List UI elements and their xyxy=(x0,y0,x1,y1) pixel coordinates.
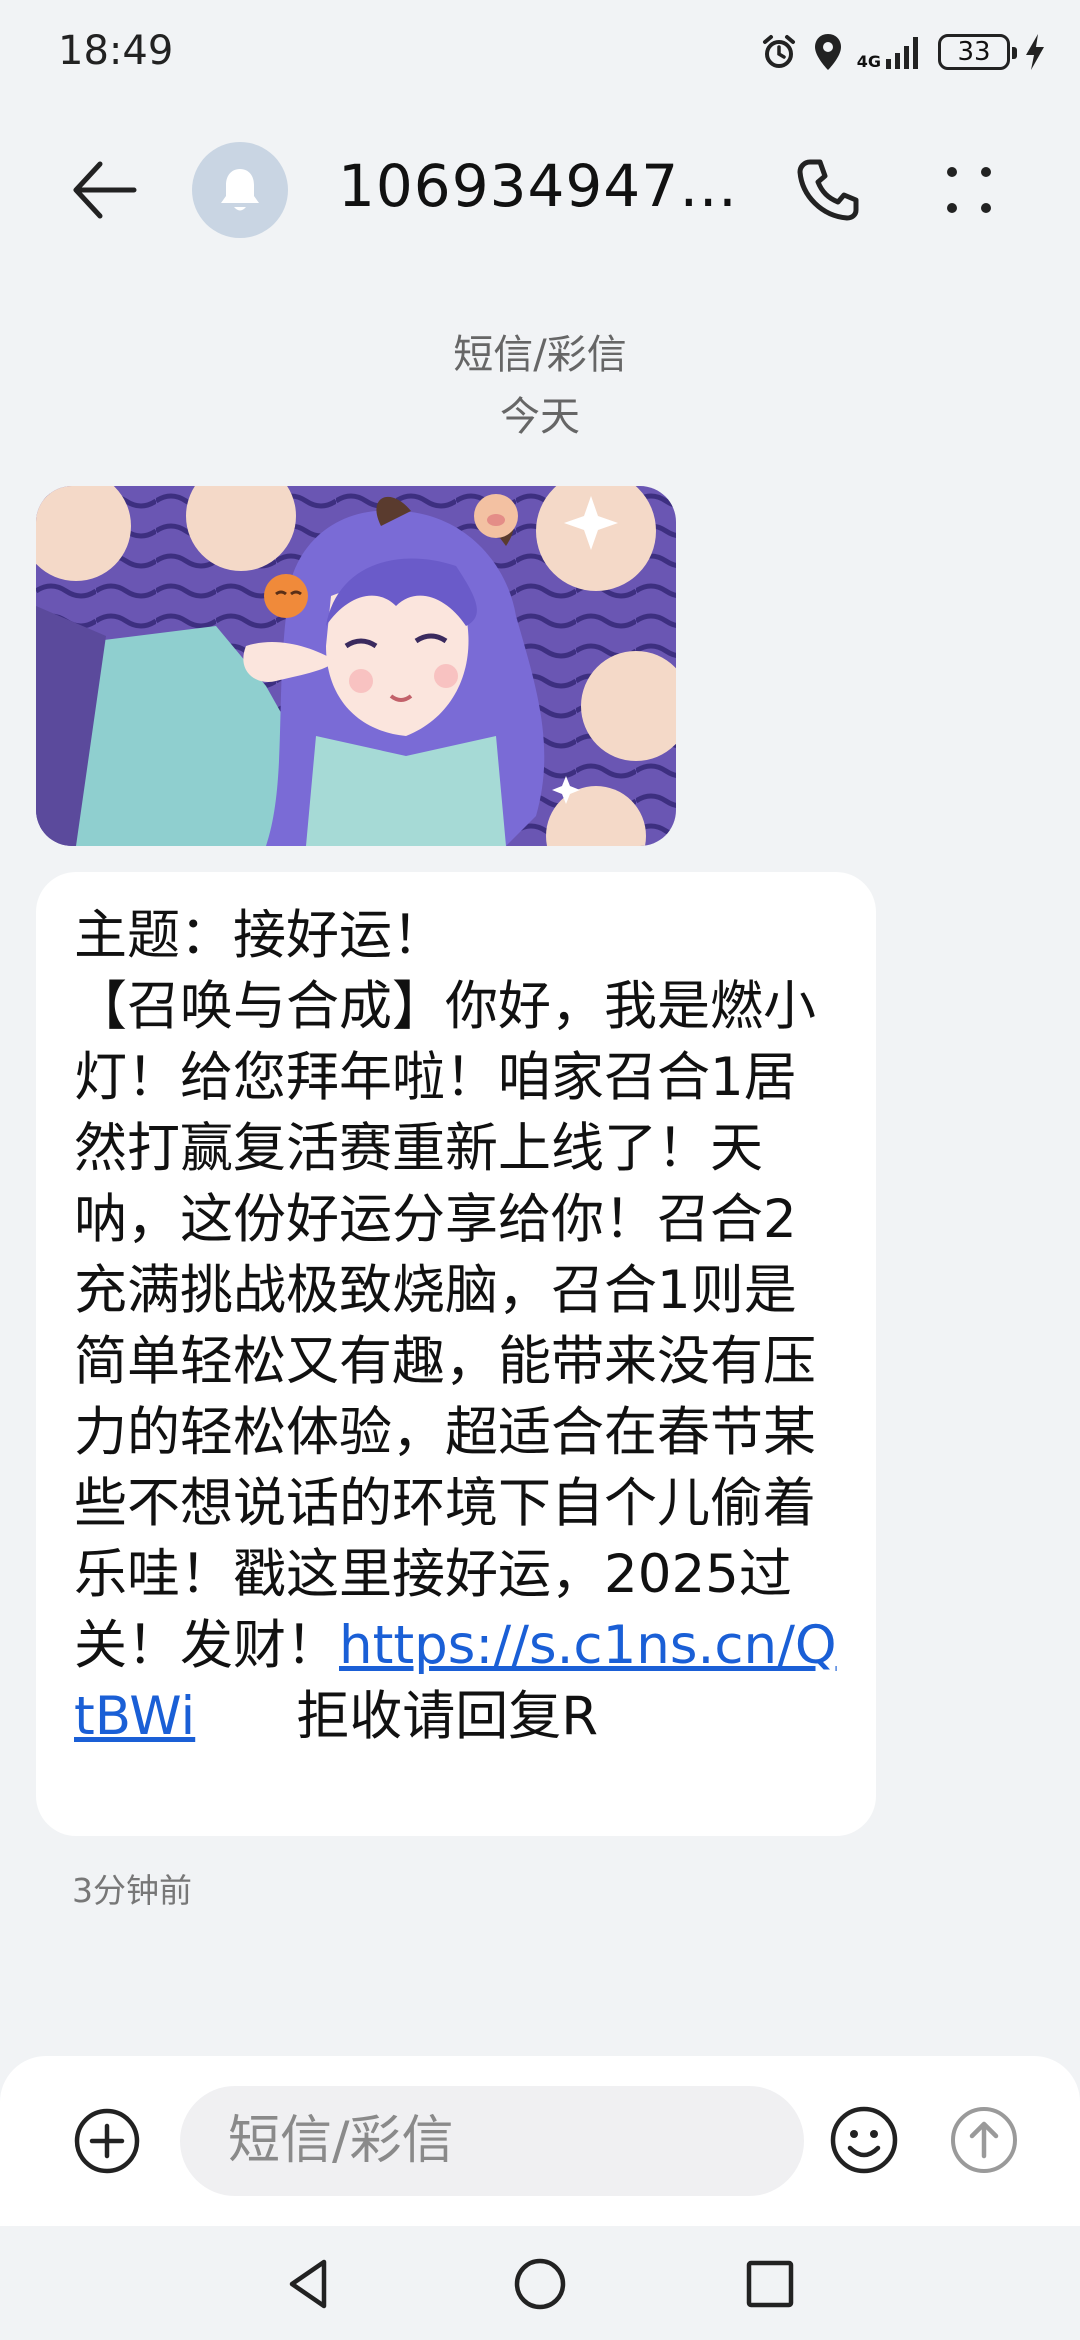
message-input[interactable] xyxy=(180,2086,804,2196)
navigation-bar xyxy=(0,2226,1080,2340)
emoji-icon[interactable] xyxy=(828,2104,900,2176)
composer-bar xyxy=(0,2056,1080,2226)
nav-recents-icon[interactable] xyxy=(740,2254,800,2314)
network-type: 4G xyxy=(857,35,924,70)
more-dots-icon[interactable] xyxy=(940,154,1000,226)
status-bar: 18:49 4G 33 xyxy=(0,0,1080,100)
conversation-header: 1069349479... xyxy=(0,130,1080,250)
nav-home-icon[interactable] xyxy=(510,2254,570,2314)
battery-icon: 33 xyxy=(938,34,1017,70)
channel-label: 短信/彩信 xyxy=(453,332,627,378)
bell-icon xyxy=(221,169,259,211)
status-icons: 4G 33 xyxy=(759,30,1046,74)
date-label: 今天 xyxy=(500,394,580,440)
location-icon xyxy=(814,34,841,70)
avatar[interactable] xyxy=(192,142,288,238)
mms-image[interactable] xyxy=(36,486,676,846)
message-text: 主题：接好运！ 【召唤与合成】你好，我是燃小灯！给您拜年啦！咱家召合1居然打赢复活… xyxy=(74,900,838,1752)
message-bubble[interactable]: 主题：接好运！ 【召唤与合成】你好，我是燃小灯！给您拜年啦！咱家召合1居然打赢复活… xyxy=(36,872,876,1836)
contact-name[interactable]: 1069349479... xyxy=(338,152,758,220)
message-spacer xyxy=(195,1686,296,1747)
back-arrow-icon[interactable] xyxy=(70,158,140,222)
charging-icon xyxy=(1026,34,1044,70)
anime-illustration xyxy=(36,486,676,846)
battery-tip xyxy=(1012,47,1017,59)
battery-level: 33 xyxy=(957,37,991,67)
phone-icon[interactable] xyxy=(792,154,864,226)
message-body: 【召唤与合成】你好，我是燃小灯！给您拜年啦！咱家召合1居然打赢复活赛重新上线了！… xyxy=(74,976,816,1676)
send-icon[interactable] xyxy=(948,2104,1020,2176)
message-unsubscribe: 拒收请回复R xyxy=(296,1686,599,1747)
message-timestamp: 3分钟前 xyxy=(72,1871,192,1910)
status-time: 18:49 xyxy=(58,28,174,74)
add-icon[interactable] xyxy=(72,2106,142,2176)
nav-back-icon[interactable] xyxy=(280,2254,340,2314)
signal-icon xyxy=(886,37,918,69)
alarm-icon xyxy=(762,35,795,68)
message-subject: 主题：接好运！ xyxy=(74,905,445,966)
